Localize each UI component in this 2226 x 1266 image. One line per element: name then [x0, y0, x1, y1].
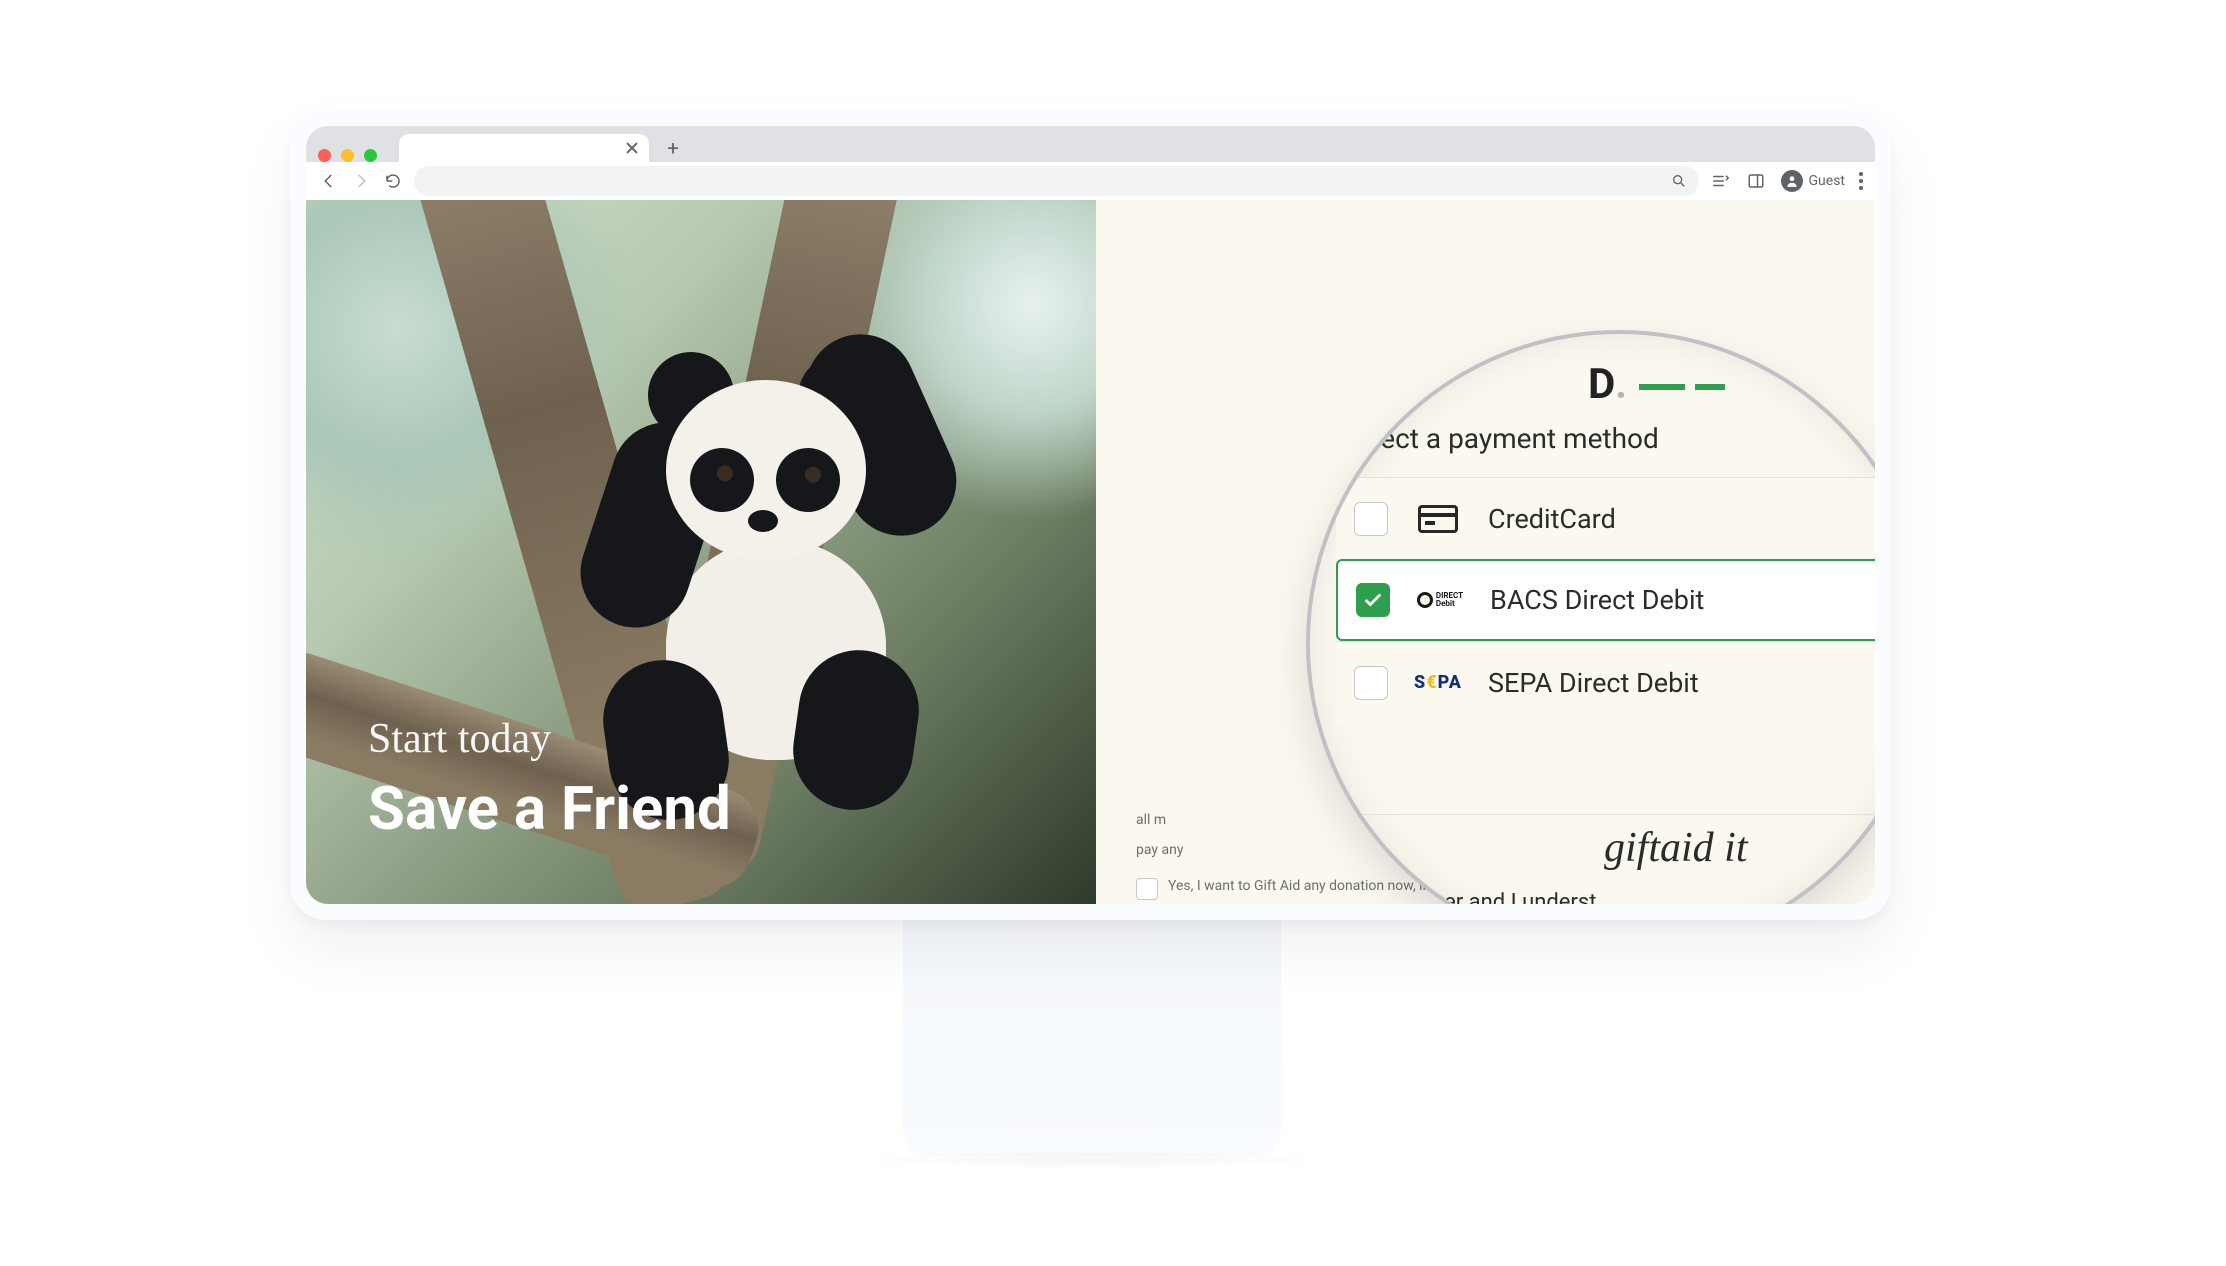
hero-title: Save a Friend: [368, 773, 731, 844]
window-close-icon[interactable]: [318, 149, 331, 162]
monitor-stand: [903, 906, 1281, 1156]
reload-button[interactable]: [382, 170, 404, 192]
search-icon: [1671, 173, 1687, 189]
monitor-base: [850, 1150, 1334, 1170]
direct-debit-icon: DIRECTDebit: [1412, 585, 1468, 615]
menu-button[interactable]: [1859, 172, 1863, 190]
new-tab-button[interactable]: +: [659, 134, 687, 162]
divider: [1350, 814, 1875, 815]
partial-brand-text: D.: [1588, 360, 1725, 409]
payment-section-title: Select a payment method: [1342, 422, 1875, 455]
window-minimize-icon[interactable]: [341, 149, 354, 162]
panda-illustration: [606, 340, 926, 720]
option-checkbox[interactable]: [1354, 666, 1388, 700]
option-checkbox[interactable]: [1354, 502, 1388, 536]
option-label: BACS Direct Debit: [1490, 584, 1704, 616]
monitor-frame: +: [290, 110, 1891, 920]
screen: +: [306, 126, 1875, 904]
payment-option-creditcard[interactable]: CreditCard: [1336, 477, 1875, 559]
panel-icon[interactable]: [1745, 170, 1767, 192]
payment-option-bacs[interactable]: DIRECTDebit BACS Direct Debit: [1336, 559, 1875, 641]
giftaid-partial-text: ayer and I underst: [1422, 890, 1596, 904]
close-tab-icon[interactable]: [625, 141, 639, 155]
toolbar-right: Guest: [1709, 170, 1863, 192]
option-label: SEPA Direct Debit: [1488, 667, 1699, 699]
window-maximize-icon[interactable]: [364, 149, 377, 162]
hero-panel: Start today Save a Friend: [306, 200, 1096, 904]
option-checkbox[interactable]: [1356, 583, 1390, 617]
giftaid-logo: giftaid it: [1604, 824, 1748, 872]
sepa-icon: S€PA: [1410, 668, 1466, 698]
option-label: CreditCard: [1488, 503, 1616, 535]
credit-card-icon: [1410, 504, 1466, 534]
media-icon[interactable]: [1709, 170, 1731, 192]
window-controls: [306, 137, 389, 162]
profile-label: Guest: [1809, 173, 1845, 189]
browser-tab[interactable]: [399, 134, 649, 162]
address-bar[interactable]: [414, 166, 1699, 196]
hero-kicker: Start today: [368, 715, 731, 763]
profile-chip[interactable]: Guest: [1781, 170, 1845, 192]
back-button[interactable]: [318, 170, 340, 192]
avatar-icon: [1781, 170, 1803, 192]
browser-toolbar: Guest: [306, 162, 1875, 200]
payment-option-sepa[interactable]: S€PA SEPA Direct Debit: [1336, 641, 1875, 723]
giftaid-checkbox[interactable]: [1136, 878, 1158, 900]
magnifier-lens: D. Select a payment method CreditCard DI…: [1306, 330, 1875, 904]
browser-chrome: +: [306, 126, 1875, 200]
tab-strip: +: [389, 126, 687, 162]
forward-button[interactable]: [350, 170, 372, 192]
hero-text: Start today Save a Friend: [368, 715, 731, 844]
